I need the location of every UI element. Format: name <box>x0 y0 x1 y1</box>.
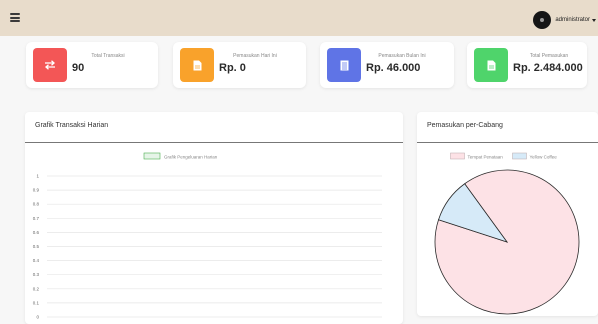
card-value: Rp. 0 <box>219 62 246 74</box>
y-tick-label: 0.3 <box>33 272 40 277</box>
list-icon <box>340 60 348 70</box>
user-name: administrator <box>555 17 590 23</box>
y-tick-label: 0.8 <box>33 202 40 207</box>
card-icon-box <box>327 48 361 82</box>
y-tick-label: 0.7 <box>33 216 40 221</box>
card-value: 90 <box>72 62 85 74</box>
document-icon <box>487 60 495 70</box>
y-tick-label: 1 <box>36 174 39 179</box>
panel-title: Pemasukan per-Cabang <box>427 122 503 129</box>
card-icon-box <box>33 48 67 82</box>
menu-toggle-icon[interactable] <box>10 13 20 22</box>
legend-swatch <box>512 152 527 160</box>
legend-label: Yellow Coffee <box>530 155 558 160</box>
panel-daily-chart: Grafik Transaksi Harian Grafik Pengeluar… <box>25 112 403 324</box>
exchange-arrows-icon <box>45 60 55 70</box>
card-pemasukan-hari-ini: Pemasukan Hari Ini Rp. 0 <box>173 42 306 88</box>
card-value: Rp. 46.000 <box>366 62 421 74</box>
card-label: Pemasukan Hari Ini <box>233 53 277 59</box>
y-tick-label: 0.1 <box>33 300 40 305</box>
caret-down-icon <box>592 18 596 22</box>
card-value: Rp. 2.484.000 <box>513 62 583 74</box>
y-tick-label: 0 <box>36 315 39 320</box>
panel-title: Grafik Transaksi Harian <box>35 122 109 129</box>
card-icon-box <box>474 48 508 82</box>
y-tick-label: 0.6 <box>33 230 40 235</box>
card-icon-box <box>180 48 214 82</box>
legend-swatch <box>450 152 465 160</box>
card-label: Total Transaksi <box>91 53 125 59</box>
avatar <box>533 11 552 29</box>
user-dropdown[interactable]: administrator <box>533 11 596 29</box>
legend-label: Grafik Pengeluaran Harian <box>164 155 218 160</box>
panel-branch-chart: Pemasukan per-Cabang Tempat Penataan Yell… <box>417 112 598 316</box>
y-tick-label: 0.9 <box>33 188 40 193</box>
legend-swatch <box>143 152 161 160</box>
y-tick-label: 0.5 <box>33 244 40 249</box>
card-label: Total Pemasukan <box>529 53 569 59</box>
legend-label: Tempat Penataan <box>468 155 504 160</box>
top-navbar: administrator <box>0 0 598 36</box>
daily-line-chart: Grafik Pengeluaran Harian 1 0.9 0.8 0.7 0.6 0.… <box>33 152 382 320</box>
card-total-pemasukan: Total Pemasukan Rp. 2.484.000 <box>467 42 587 88</box>
document-icon <box>193 60 201 70</box>
card-pemasukan-bulan-ini: Pemasukan Bulan Ini Rp. 46.000 <box>320 42 454 88</box>
card-total-transaksi: Total Transaksi 90 <box>26 42 158 88</box>
y-tick-label: 0.4 <box>33 258 40 263</box>
card-label: Pemasukan Bulan Ini <box>378 53 426 59</box>
y-tick-label: 0.2 <box>33 286 40 291</box>
branch-pie-chart: Tempat Penataan Yellow Coffee <box>434 152 580 315</box>
